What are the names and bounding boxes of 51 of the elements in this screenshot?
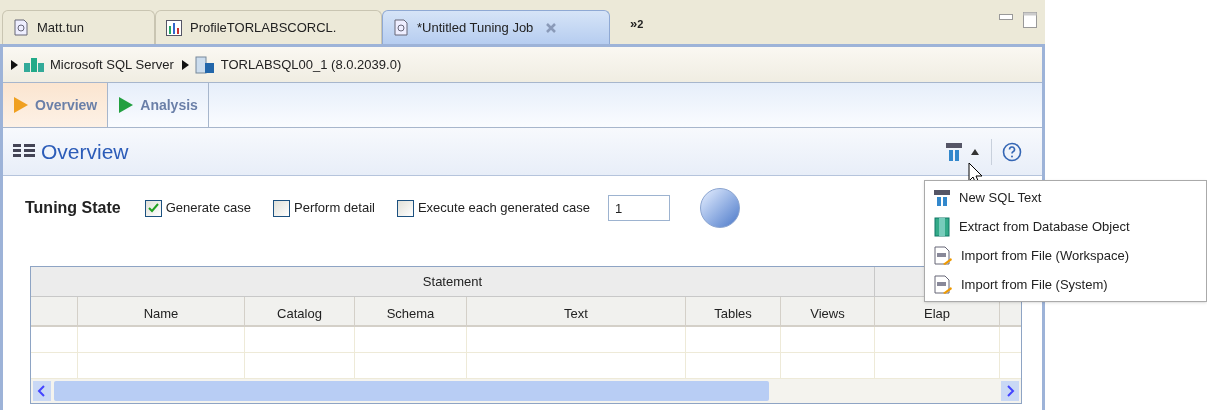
expand-arrow-icon[interactable] (181, 59, 189, 70)
checkbox[interactable] (273, 199, 290, 217)
horizontal-scrollbar[interactable] (31, 379, 1021, 403)
menu-item[interactable]: Extract from Database Object (925, 212, 1206, 241)
sql-file-icon (933, 274, 953, 295)
menu-item[interactable]: New SQL Text (925, 183, 1206, 212)
checkbox[interactable] (396, 199, 414, 217)
help-icon[interactable] (1002, 141, 1022, 162)
count-field[interactable]: 1 (607, 195, 670, 221)
column-header[interactable]: Views (781, 297, 875, 325)
dropdown-caret-icon[interactable] (971, 148, 979, 155)
menu-item[interactable]: Import from File (System) (925, 270, 1206, 299)
form-tab[interactable]: Analysis (108, 83, 209, 127)
bar-chart-icon (166, 19, 182, 36)
expand-arrow-icon[interactable] (11, 59, 18, 70)
sql-file-icon (933, 245, 953, 266)
column-group-header: Statement (31, 267, 875, 296)
sql-icon (933, 188, 951, 207)
server-icon (194, 55, 215, 74)
checkbox-label: Generate case (165, 199, 251, 218)
column-header[interactable]: Schema (355, 297, 467, 325)
editor-tab[interactable]: ProfileTORLABSCORCL. (155, 10, 382, 44)
column-header[interactable]: Tables (686, 297, 781, 325)
checkbox-label: Execute each generated case (417, 199, 590, 218)
column-header[interactable]: Name (78, 297, 245, 325)
tab-label: ProfileTORLABSCORCL. (190, 18, 337, 37)
breadcrumb-item[interactable]: TORLABSQL00_1 (8.0.2039.0) (220, 54, 402, 75)
list-icon (13, 143, 35, 160)
tab-overflow-button[interactable]: »2 (630, 17, 644, 30)
checkbox-label: Perform detail (294, 199, 375, 218)
tab-label: Matt.tun (37, 18, 84, 37)
breadcrumb-item[interactable]: Microsoft SQL Server (50, 54, 174, 75)
server-group-icon (24, 56, 44, 73)
scroll-left-icon[interactable] (33, 381, 51, 401)
document-icon (13, 19, 29, 36)
sql-icon[interactable] (945, 141, 963, 162)
maximize-icon[interactable] (1023, 12, 1037, 28)
checkbox[interactable] (144, 199, 162, 217)
scroll-right-icon[interactable] (1001, 381, 1019, 401)
minimize-icon[interactable] (999, 14, 1013, 22)
editor-tab[interactable]: Matt.tun (2, 10, 155, 44)
column-header[interactable]: Text (467, 297, 686, 325)
run-button[interactable] (699, 188, 740, 228)
editor-tab[interactable]: *Untitled Tuning Job (382, 10, 610, 44)
menu-item[interactable]: Import from File (Workspace) (925, 241, 1206, 270)
tuning-state-label: Tuning State (25, 198, 121, 218)
database-table-icon (933, 216, 951, 237)
tab-label: *Untitled Tuning Job (417, 18, 534, 37)
section-title: Overview (41, 138, 129, 165)
document-icon (393, 19, 409, 36)
column-header[interactable]: Catalog (245, 297, 355, 325)
